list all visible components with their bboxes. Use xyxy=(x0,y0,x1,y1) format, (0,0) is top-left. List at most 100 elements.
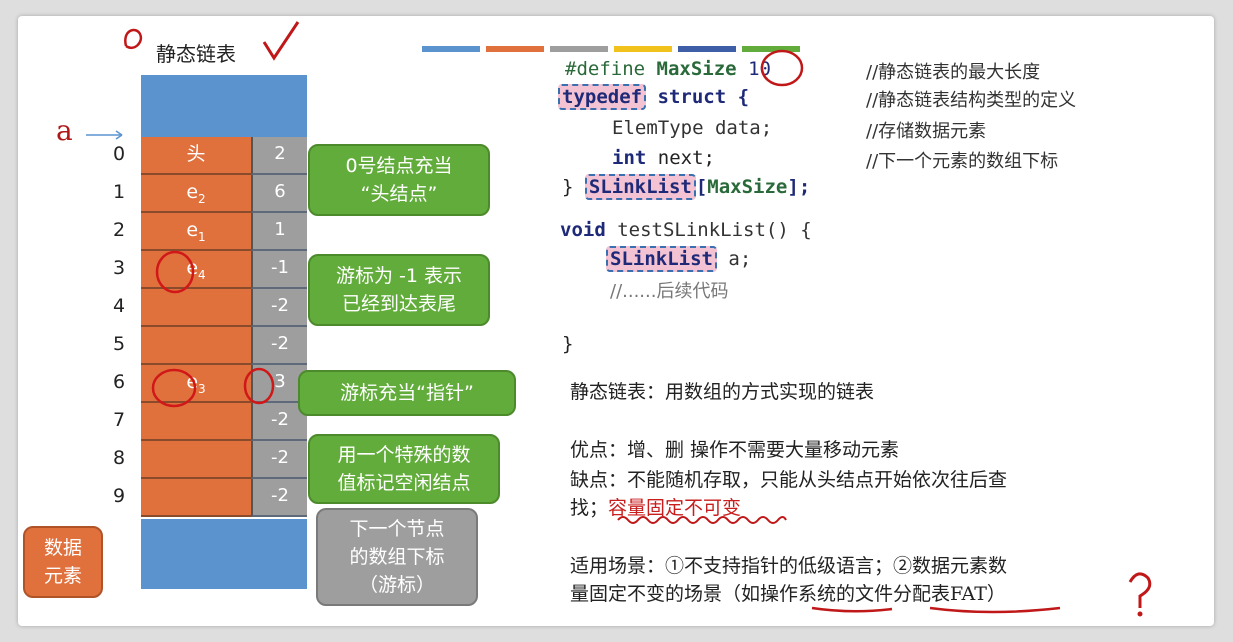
code-define-value: 10 xyxy=(748,58,771,80)
row-index: 9 xyxy=(112,485,126,507)
array-top xyxy=(141,75,307,137)
callout-head-line2: “头结点” xyxy=(360,183,438,205)
code-func-sig: testSLinkList() { xyxy=(605,219,812,241)
cursor-cell: 2 xyxy=(251,137,307,175)
code-next-name: next; xyxy=(646,147,715,169)
row-index: 2 xyxy=(112,219,126,241)
data-cell: e1 xyxy=(141,213,251,251)
handwritten-check-mark xyxy=(262,21,300,61)
code-line-decl: SLinkList a; xyxy=(606,246,751,272)
note-cons-red: 容量固定不可变 xyxy=(608,497,742,519)
handwritten-circle-mark xyxy=(124,28,143,50)
row-index: 8 xyxy=(112,447,126,469)
code-int-kw: int xyxy=(612,147,647,169)
question-mark-dot xyxy=(1137,611,1143,617)
stripe-3 xyxy=(550,46,608,52)
code-line-typedef: typedef struct { xyxy=(558,84,750,110)
data-cell-subscript: 3 xyxy=(198,381,206,396)
data-cell xyxy=(141,289,251,327)
stripe-6 xyxy=(742,46,800,52)
code-line-void: void testSLinkList() { xyxy=(560,219,812,241)
callout-data-line2: 元素 xyxy=(43,565,82,587)
code-comment-typedef: //静态链表结构类型的定义 xyxy=(866,90,1077,111)
data-cell-value: e xyxy=(186,371,199,393)
pointer-label: a xyxy=(56,114,73,147)
cursor-cell: -2 xyxy=(251,441,307,479)
cursor-cell: 6 xyxy=(251,175,307,213)
callout-free-line1: 用一个特殊的数 xyxy=(337,444,471,466)
data-cell-value: e xyxy=(186,219,199,241)
data-cell xyxy=(141,403,251,441)
callout-free: 用一个特殊的数 值标记空闲结点 xyxy=(308,434,500,504)
data-cell: e4 xyxy=(141,251,251,289)
callout-tail-line1: 游标为 -1 表示 xyxy=(335,265,463,287)
data-cell-subscript: 1 xyxy=(198,229,206,244)
row-index: 3 xyxy=(112,257,126,279)
code-comment-define: //静态链表的最大长度 xyxy=(866,62,1041,83)
callout-next-line2: 的数组下标 xyxy=(349,546,445,568)
code-array-close: ]; xyxy=(787,176,811,198)
code-array-name: MaxSize xyxy=(707,176,788,198)
row-index: 0 xyxy=(112,143,126,165)
row-index: 6 xyxy=(112,371,126,393)
callout-data-line1: 数据 xyxy=(43,537,82,559)
callout-head-node: 0号结点充当 “头结点” xyxy=(308,144,490,216)
array-bottom xyxy=(141,519,307,589)
data-cell-subscript: 4 xyxy=(198,267,206,282)
callout-free-line2: 值标记空闲结点 xyxy=(337,472,471,494)
cursor-cell: -2 xyxy=(251,479,307,517)
code-typedef-kw: typedef xyxy=(558,84,647,110)
code-array-open: [ xyxy=(695,176,708,198)
stripe-2 xyxy=(486,46,544,52)
code-line-field1: ElemType data; xyxy=(612,117,773,139)
row-index: 7 xyxy=(112,409,126,431)
slide: 静态链表 a 0 头 2 1 e2 6 2 e1 1 3 e4 -1 4 -2 5 -2 6 e3 3 7 -2 8 -2 9… xyxy=(18,16,1214,626)
data-cell: e3 xyxy=(141,365,251,403)
stripe-5 xyxy=(678,46,736,52)
note-definition: 静态链表：用数组的方式实现的链表 xyxy=(570,381,875,403)
stripe-1 xyxy=(422,46,480,52)
row-index: 5 xyxy=(112,333,126,355)
cursor-cell: -2 xyxy=(251,327,307,365)
callout-next-line3: （游标） xyxy=(358,574,435,596)
callout-pointer: 游标充当“指针” xyxy=(298,370,516,416)
data-cell-value: e xyxy=(186,181,199,203)
stripe-4 xyxy=(614,46,672,52)
note-usage-line1: 适用场景：①不支持指针的低级语言；②数据元素数 xyxy=(570,555,1008,577)
data-cell xyxy=(141,479,251,517)
underline-os xyxy=(811,606,893,613)
data-cell xyxy=(141,327,251,365)
cursor-cell: -1 xyxy=(251,251,307,289)
code-define-kw: #define xyxy=(565,58,646,80)
data-cell xyxy=(141,441,251,479)
code-later-comment: //......后续代码 xyxy=(610,281,729,302)
diagram-title: 静态链表 xyxy=(156,42,236,66)
question-mark-stroke xyxy=(1128,572,1152,608)
data-cell: e2 xyxy=(141,175,251,213)
code-define-name: MaxSize xyxy=(656,58,737,80)
callout-tail-line2: 已经到达表尾 xyxy=(341,293,456,315)
note-cons-prefix: 找； xyxy=(570,497,609,519)
underline-fat xyxy=(929,606,1061,614)
code-line-close: } SLinkList [MaxSize]; xyxy=(562,174,811,200)
data-cell-value: 头 xyxy=(186,143,206,165)
pointer-arrow-head xyxy=(115,130,123,140)
code-line-define: #define MaxSize 10 xyxy=(565,58,771,80)
data-cell: 头 xyxy=(141,137,251,175)
cursor-cell: -2 xyxy=(251,289,307,327)
code-func-close: } xyxy=(562,333,574,355)
code-close-brace: } xyxy=(562,176,585,198)
callout-next-line1: 下一个节点 xyxy=(349,518,445,540)
row-index: 1 xyxy=(112,181,126,203)
code-struct-open: struct { xyxy=(646,86,750,108)
code-comment-field1: //存储数据元素 xyxy=(866,121,987,142)
code-line-field2: int next; xyxy=(612,147,715,169)
cursor-cell: 1 xyxy=(251,213,307,251)
note-cons-line2: 找；容量固定不可变 xyxy=(570,494,741,522)
row-index: 4 xyxy=(112,295,126,317)
callout-data-element: 数据 元素 xyxy=(23,526,103,598)
code-type-name: SLinkList xyxy=(584,174,696,200)
callout-next-index: 下一个节点 的数组下标 （游标） xyxy=(316,508,478,606)
data-cell-value: e xyxy=(186,257,199,279)
callout-head-line1: 0号结点充当 xyxy=(345,155,453,177)
